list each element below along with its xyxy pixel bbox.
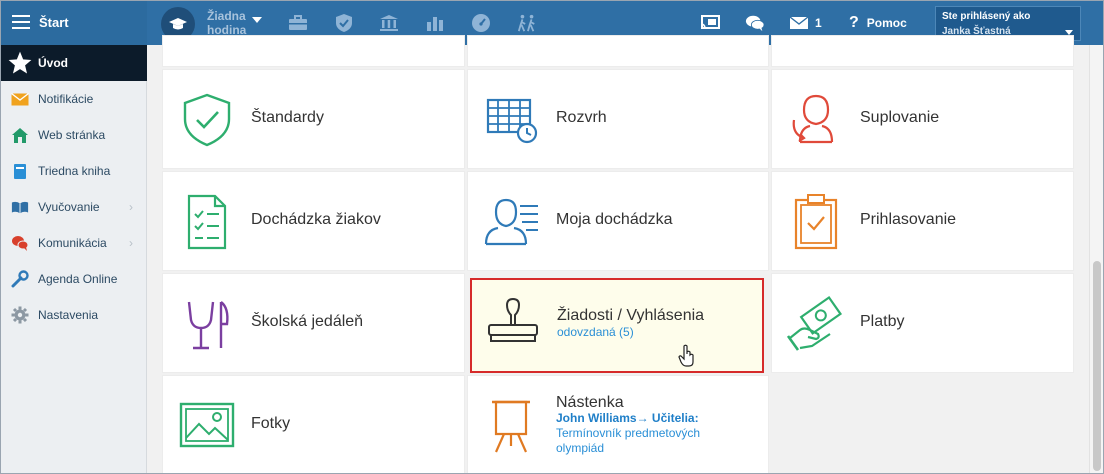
briefcase-icon[interactable]	[288, 13, 308, 33]
tile-title: Štandardy	[251, 109, 324, 126]
tile-title: Platby	[860, 313, 905, 330]
stamp-icon	[488, 297, 538, 342]
book-icon	[11, 162, 29, 180]
tile-moja-dochadzka[interactable]: Moja dochádzka	[467, 171, 769, 271]
tile-ziadosti-vyhlasenia[interactable]: Žiadosti / Vyhlásenia odovzdaná (5)	[470, 278, 764, 373]
sidebar: Úvod Notifikácie Web stránka Triedna kni…	[1, 45, 147, 473]
app-window: Štart Žiadna hodina 1 ? Pomoc Ste prihlá…	[0, 0, 1104, 474]
chevron-right-icon: ›	[129, 236, 133, 250]
star-icon	[7, 50, 33, 76]
tile-title: Žiadosti / Vyhlásenia	[557, 307, 705, 324]
tile-title: Rozvrh	[556, 109, 607, 126]
photo-icon	[179, 402, 235, 448]
sidebar-item-agenda-online[interactable]: Agenda Online	[1, 261, 147, 297]
tile-fotky[interactable]: Fotky	[162, 375, 465, 473]
sidebar-item-label: Vyučovanie	[38, 200, 100, 214]
nastenka-author[interactable]: John Williams→ Učitelia:	[556, 411, 699, 425]
nastenka-text-line2[interactable]: olympiád	[556, 441, 604, 455]
chevron-right-icon: ›	[129, 200, 133, 214]
tile-rozvrh[interactable]: Rozvrh	[467, 69, 769, 169]
tile-title: Dochádzka žiakov	[251, 211, 381, 228]
sidebar-item-notifikacie[interactable]: Notifikácie	[1, 81, 147, 117]
tile-title: Školská jedáleň	[251, 313, 364, 330]
tile-partial	[467, 35, 769, 67]
cutlery-icon	[187, 301, 229, 350]
money-hand-icon	[786, 295, 843, 351]
shield-check-icon[interactable]	[334, 13, 354, 33]
sidebar-item-web-stranka[interactable]: Web stránka	[1, 117, 147, 153]
tile-subtitle[interactable]: odovzdaná (5)	[557, 325, 634, 339]
tile-title: Fotky	[251, 415, 291, 432]
tile-platby[interactable]: Platby	[771, 273, 1074, 373]
start-menu-button[interactable]: Štart	[1, 1, 147, 45]
sidebar-item-uvod[interactable]: Úvod	[1, 45, 147, 81]
envelope-icon[interactable]	[789, 13, 809, 33]
sidebar-item-label: Komunikácia	[38, 236, 107, 250]
sidebar-item-label: Nastavenia	[38, 308, 99, 322]
tile-title: Prihlasovanie	[860, 211, 957, 228]
open-book-icon	[11, 198, 29, 216]
chevron-down-icon[interactable]	[252, 17, 262, 23]
tile-partial	[771, 35, 1074, 67]
person-list-icon	[484, 198, 538, 246]
lesson-selector[interactable]: Žiadna hodina	[207, 9, 246, 37]
tile-prihlasovanie[interactable]: Prihlasovanie	[771, 171, 1074, 271]
chat-icon	[11, 234, 29, 252]
sidebar-item-komunikacia[interactable]: Komunikácia ›	[1, 225, 147, 261]
shield-check-icon	[183, 93, 231, 147]
start-label: Štart	[39, 15, 69, 30]
envelope-icon	[11, 90, 29, 108]
tile-title: Nástenka	[556, 394, 624, 411]
substitute-person-icon	[792, 94, 834, 144]
question-mark-icon: ?	[849, 14, 859, 31]
gear-icon	[11, 306, 29, 324]
sidebar-item-triedna-kniha[interactable]: Triedna kniha	[1, 153, 147, 189]
help-label: Pomoc	[866, 16, 907, 30]
tile-title: Moja dochádzka	[556, 211, 673, 228]
nastenka-text-line1[interactable]: Termínovník predmetových	[556, 426, 700, 440]
clipboard-check-icon	[794, 194, 838, 250]
tile-standardy[interactable]: Štandardy	[162, 69, 465, 169]
bank-icon[interactable]	[379, 13, 399, 33]
hand-cursor-icon	[678, 344, 694, 367]
vertical-scrollbar[interactable]	[1089, 45, 1103, 473]
easel-icon	[492, 400, 530, 453]
tile-skolska-jedalen[interactable]: Školská jedáleň	[162, 273, 465, 373]
speedometer-icon[interactable]	[471, 13, 491, 33]
home-icon	[11, 126, 29, 144]
bar-chart-icon[interactable]	[425, 13, 445, 33]
hamburger-icon[interactable]	[12, 15, 30, 29]
lesson-line1: Žiadna	[207, 9, 246, 23]
wrench-icon	[11, 270, 29, 288]
timetable-icon	[486, 98, 538, 144]
scrollbar-thumb[interactable]	[1093, 261, 1101, 471]
sidebar-item-label: Úvod	[38, 56, 68, 70]
tile-suplovanie[interactable]: Suplovanie	[771, 69, 1074, 169]
sidebar-item-nastavenia[interactable]: Nastavenia	[1, 297, 147, 333]
sidebar-item-vyucovanie[interactable]: Vyučovanie ›	[1, 189, 147, 225]
chat-bubbles-icon[interactable]	[745, 13, 765, 33]
attendance-list-icon	[187, 194, 227, 250]
tile-partial	[162, 35, 465, 67]
user-logged-as-label: Ste prihlásený ako	[942, 11, 1031, 22]
cast-screen-icon[interactable]	[700, 13, 720, 33]
walking-people-icon[interactable]	[517, 13, 537, 33]
tile-title: Suplovanie	[860, 109, 940, 126]
main-dashboard: Štandardy Rozvrh Suplovanie Dochádzka ži…	[148, 35, 1088, 473]
sidebar-item-label: Notifikácie	[38, 92, 94, 106]
tile-dochadzka-ziakov[interactable]: Dochádzka žiakov	[162, 171, 465, 271]
sidebar-item-label: Web stránka	[38, 128, 106, 142]
tile-nastenka[interactable]: Nástenka John Williams→ Učitelia: Termín…	[467, 375, 769, 473]
sidebar-item-label: Agenda Online	[38, 272, 118, 286]
sidebar-item-label: Triedna kniha	[38, 164, 111, 178]
